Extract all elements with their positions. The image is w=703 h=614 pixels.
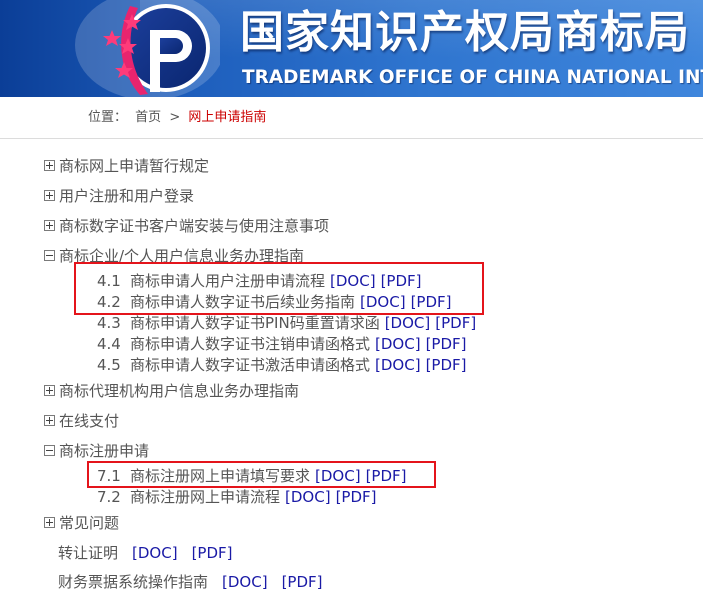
site-subtitle: TRADEMARK OFFICE OF CHINA NATIONAL INTEL… xyxy=(242,67,703,88)
subitem-number: 4.3 xyxy=(97,314,121,332)
breadcrumb-home-link[interactable]: 首页 xyxy=(135,110,161,125)
tree-node-title: 商标注册申请 xyxy=(59,442,150,460)
collapse-icon[interactable] xyxy=(44,445,55,456)
tree-node-title: 在线支付 xyxy=(59,412,120,430)
subitem-text: 商标申请人数字证书激活申请函格式 xyxy=(130,356,371,374)
tree-node-title: 用户注册和用户登录 xyxy=(59,187,195,205)
subitem-text: 商标申请人用户注册申请流程 xyxy=(130,272,326,290)
doc-download-link[interactable]: [DOC] xyxy=(360,293,406,311)
pdf-download-link[interactable]: [PDF] xyxy=(435,314,476,332)
expand-icon[interactable] xyxy=(44,415,55,426)
extra-item-finance-guide: 财务票据系统操作指南 [DOC] [PDF] xyxy=(58,571,323,593)
pdf-download-link[interactable]: [PDF] xyxy=(366,467,407,485)
expand-icon[interactable] xyxy=(44,385,55,396)
site-title: 国家知识产权局商标局 xyxy=(240,7,690,58)
expand-icon[interactable] xyxy=(44,220,55,231)
subitem-number: 4.1 xyxy=(97,272,121,290)
doc-download-link[interactable]: [DOC] xyxy=(222,573,268,591)
doc-download-link[interactable]: [DOC] xyxy=(330,272,376,290)
collapse-icon[interactable] xyxy=(44,250,55,261)
pdf-download-link[interactable]: [PDF] xyxy=(381,272,422,290)
tree-node-trial-rules[interactable]: 商标网上申请暂行规定 xyxy=(44,155,209,177)
breadcrumb-label: 位置： xyxy=(88,110,128,125)
tree-node-online-payment[interactable]: 在线支付 xyxy=(44,410,119,432)
breadcrumb-current: 网上申请指南 xyxy=(188,110,267,125)
tree-subitem: 4.4 商标申请人数字证书注销申请函格式 [DOC] [PDF] xyxy=(97,334,467,355)
tree-subitem: 7.1 商标注册网上申请填写要求 [DOC] [PDF] xyxy=(97,466,407,487)
tree-node-registration-application[interactable]: 商标注册申请 xyxy=(44,440,149,462)
expand-icon[interactable] xyxy=(44,190,55,201)
tree-node-user-info-guide[interactable]: 商标企业/个人用户信息业务办理指南 xyxy=(44,245,304,267)
subitem-number: 4.5 xyxy=(97,356,121,374)
doc-download-link[interactable]: [DOC] xyxy=(375,335,421,353)
subitem-text: 商标注册网上申请流程 xyxy=(130,488,281,506)
subitem-text: 商标注册网上申请填写要求 xyxy=(130,467,311,485)
extra-item-transfer-certificate: 转让证明 [DOC] [PDF] xyxy=(58,542,233,564)
subitem-text: 商标申请人数字证书注销申请函格式 xyxy=(130,335,371,353)
pdf-download-link[interactable]: [PDF] xyxy=(411,293,452,311)
tree-node-user-registration[interactable]: 用户注册和用户登录 xyxy=(44,185,194,207)
doc-download-link[interactable]: [DOC] xyxy=(132,544,178,562)
pdf-download-link[interactable]: [PDF] xyxy=(282,573,323,591)
header-banner: 国家知识产权局商标局 TRADEMARK OFFICE OF CHINA NAT… xyxy=(0,0,703,97)
tree-subitem: 4.3 商标申请人数字证书PIN码重置请求函 [DOC] [PDF] xyxy=(97,313,476,334)
doc-download-link[interactable]: [DOC] xyxy=(315,467,361,485)
tree-node-title: 商标网上申请暂行规定 xyxy=(59,157,210,175)
extra-item-text: 财务票据系统操作指南 xyxy=(58,573,209,591)
pdf-download-link[interactable]: [PDF] xyxy=(192,544,233,562)
tree-node-certificate-client[interactable]: 商标数字证书客户端安装与使用注意事项 xyxy=(44,215,329,237)
subitem-text: 商标申请人数字证书PIN码重置请求函 xyxy=(130,314,380,332)
extra-item-text: 转让证明 xyxy=(58,544,119,562)
doc-download-link[interactable]: [DOC] xyxy=(385,314,431,332)
subitem-text: 商标申请人数字证书后续业务指南 xyxy=(130,293,356,311)
tree-node-faq[interactable]: 常见问题 xyxy=(44,512,119,534)
tree-subitem: 4.5 商标申请人数字证书激活申请函格式 [DOC] [PDF] xyxy=(97,355,467,376)
trademark-office-logo xyxy=(75,0,220,97)
subitem-number: 7.2 xyxy=(97,488,121,506)
tree-subitem: 7.2 商标注册网上申请流程 [DOC] [PDF] xyxy=(97,487,377,508)
doc-download-link[interactable]: [DOC] xyxy=(285,488,331,506)
pdf-download-link[interactable]: [PDF] xyxy=(426,356,467,374)
subitem-number: 4.2 xyxy=(97,293,121,311)
tree-node-title: 商标企业/个人用户信息业务办理指南 xyxy=(59,247,305,265)
subitem-number: 4.4 xyxy=(97,335,121,353)
tree-node-title: 商标数字证书客户端安装与使用注意事项 xyxy=(59,217,330,235)
breadcrumb-separator: > xyxy=(169,110,181,125)
pdf-download-link[interactable]: [PDF] xyxy=(336,488,377,506)
pdf-download-link[interactable]: [PDF] xyxy=(426,335,467,353)
expand-icon[interactable] xyxy=(44,160,55,171)
tree-node-title: 商标代理机构用户信息业务办理指南 xyxy=(59,382,300,400)
doc-download-link[interactable]: [DOC] xyxy=(375,356,421,374)
expand-icon[interactable] xyxy=(44,517,55,528)
tree-subitem: 4.2 商标申请人数字证书后续业务指南 [DOC] [PDF] xyxy=(97,292,452,313)
breadcrumb-divider xyxy=(0,138,703,139)
tree-node-title: 常见问题 xyxy=(59,514,120,532)
breadcrumb: 位置： 首页 > 网上申请指南 xyxy=(88,109,270,127)
tree-subitem: 4.1 商标申请人用户注册申请流程 [DOC] [PDF] xyxy=(97,271,422,292)
subitem-number: 7.1 xyxy=(97,467,121,485)
tree-node-agency-info-guide[interactable]: 商标代理机构用户信息业务办理指南 xyxy=(44,380,299,402)
